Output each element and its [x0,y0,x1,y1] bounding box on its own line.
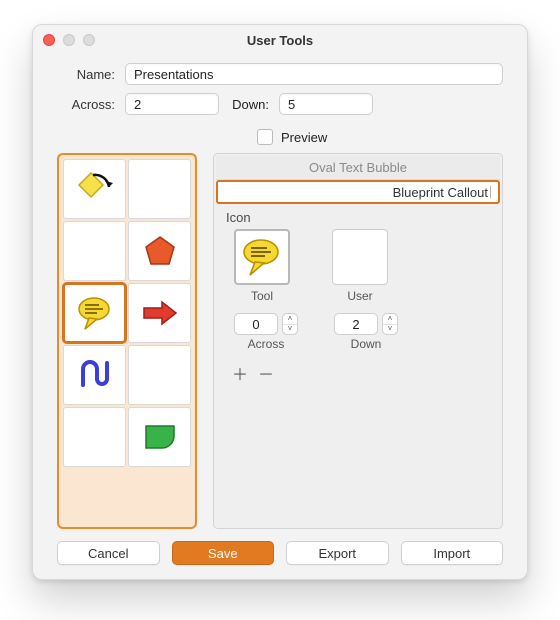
grid-cell[interactable] [128,283,191,343]
grid-cell[interactable] [128,159,191,219]
down-label: Down: [229,97,269,112]
name-input[interactable] [125,63,503,85]
mid-wrap: Oval Text Bubble Blueprint Callout Icon [57,153,503,529]
across-input[interactable] [125,93,219,115]
across-step-buttons: ˄ ˅ [282,313,298,335]
across-value[interactable]: 0 [234,313,278,335]
titlebar: User Tools [33,25,527,55]
down-step-down[interactable]: ˅ [383,325,397,335]
minimize-icon[interactable] [63,34,75,46]
tool-icon-label: Tool [251,289,273,303]
icon-heading: Icon [226,210,490,225]
import-button[interactable]: Import [401,541,504,565]
icon-section: Icon [216,210,500,520]
button-row: Cancel Save Export Import [57,529,503,565]
add-button[interactable]: ＋ [232,361,248,385]
user-icon-col: User [332,229,388,303]
down-step-buttons: ˄ ˅ [382,313,398,335]
close-icon[interactable] [43,34,55,46]
across-step-down[interactable]: ˅ [283,325,297,335]
detail-panel: Oval Text Bubble Blueprint Callout Icon [213,153,503,529]
user-icon-box[interactable] [332,229,388,285]
down-step-up[interactable]: ˄ [383,314,397,325]
rounded-rect-icon [142,422,178,452]
preview-row: Preview [257,129,503,145]
down-stepper: 2 ˄ ˅ [334,313,398,335]
across-label: Across: [57,97,115,112]
name-label: Name: [57,67,115,82]
down-value[interactable]: 2 [334,313,378,335]
user-tools-window: User Tools Name: Across: Down: Preview [32,24,528,580]
pentagon-icon [142,233,178,269]
squiggle-icon [75,355,115,395]
window-title: User Tools [33,33,527,48]
arrow-right-icon [140,298,180,328]
add-remove-row: ＋ － [232,361,490,385]
coord-down-label: Down [351,337,382,351]
grid-cell[interactable] [128,221,191,281]
export-button[interactable]: Export [286,541,389,565]
grid-cell-selected[interactable] [63,283,126,343]
window-controls [43,34,95,46]
speech-bubble-icon [240,235,284,279]
list-item-selected[interactable]: Blueprint Callout [216,180,500,204]
cancel-button[interactable]: Cancel [57,541,160,565]
preview-label: Preview [281,130,327,145]
zoom-icon[interactable] [83,34,95,46]
grid-cell[interactable] [63,345,126,405]
across-col: 0 ˄ ˅ Across [234,313,298,351]
content-area: Name: Across: Down: Preview [33,55,527,579]
grid-cell[interactable] [128,345,191,405]
save-button[interactable]: Save [172,541,275,565]
name-row: Name: [57,63,503,85]
coord-row: 0 ˄ ˅ Across 2 [234,313,490,351]
icon-row: Tool User [234,229,490,303]
tool-icon-col: Tool [234,229,290,303]
down-input[interactable] [279,93,373,115]
remove-button[interactable]: － [258,361,274,385]
down-col: 2 ˄ ˅ Down [334,313,398,351]
grid-cell[interactable] [128,407,191,467]
tool-grid [63,159,191,467]
dims-row: Across: Down: [57,93,503,115]
coord-across-label: Across [248,337,285,351]
speech-bubble-icon [75,293,115,333]
across-stepper: 0 ˄ ˅ [234,313,298,335]
tool-grid-panel [57,153,197,529]
user-icon-label: User [347,289,372,303]
diamond-arrow-icon [75,169,115,209]
grid-cell[interactable] [63,407,126,467]
list-item[interactable]: Oval Text Bubble [216,156,500,180]
grid-cell[interactable] [63,159,126,219]
preview-checkbox[interactable] [257,129,273,145]
grid-cell[interactable] [63,221,126,281]
across-step-up[interactable]: ˄ [283,314,297,325]
tool-icon-box[interactable] [234,229,290,285]
